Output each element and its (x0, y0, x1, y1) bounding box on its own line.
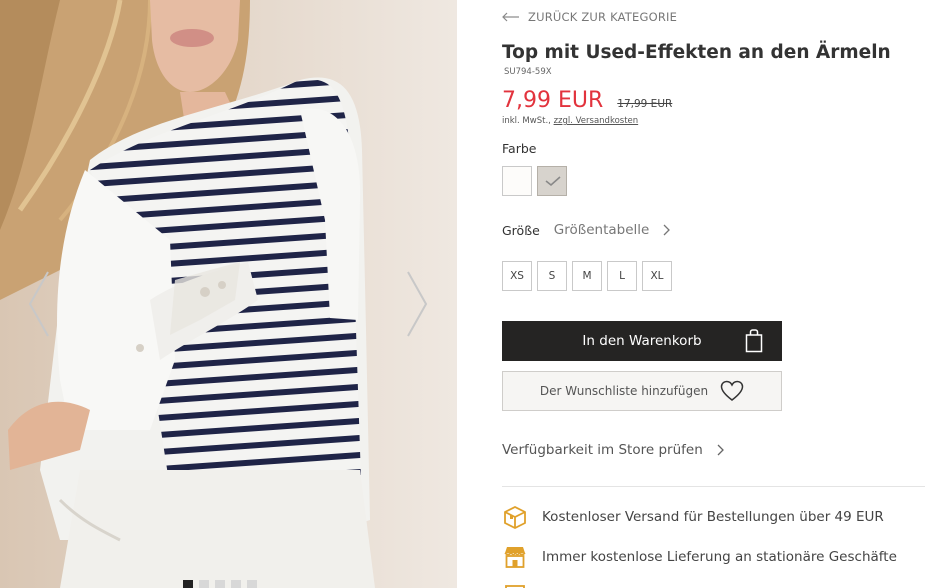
product-image-gallery (0, 0, 457, 588)
gallery-dot[interactable] (215, 580, 225, 588)
chevron-right-icon (407, 271, 428, 337)
size-option-m[interactable]: M (572, 261, 602, 291)
store-availability-label: Verfügbarkeit im Store prüfen (502, 442, 703, 458)
gallery-dot[interactable] (183, 580, 193, 588)
perk-free-shipping-text: Kostenloser Versand für Bestellungen übe… (542, 509, 884, 525)
size-chart-link[interactable]: Größentabelle (554, 222, 671, 238)
size-option-l[interactable]: L (607, 261, 637, 291)
back-to-category-label: ZURÜCK ZUR KATEGORIE (528, 10, 678, 24)
perk-free-store-delivery-text: Immer kostenlose Lieferung an stationäre… (542, 549, 897, 565)
gallery-dots (183, 580, 257, 588)
size-option-xl[interactable]: XL (642, 261, 672, 291)
gallery-dot[interactable] (247, 580, 257, 588)
add-to-wishlist-label: Der Wunschliste hinzufügen (539, 384, 709, 398)
color-label: Farbe (502, 141, 537, 156)
color-swatches (502, 166, 567, 196)
gallery-dot[interactable] (199, 580, 209, 588)
size-chart-label: Größentabelle (553, 222, 650, 238)
current-price: 7,99 EUR (502, 88, 604, 113)
perk-free-shipping: Kostenloser Versand für Bestellungen übe… (502, 504, 884, 530)
product-sku: SU794-59X (504, 67, 552, 77)
delivery-box-icon (504, 505, 526, 530)
heart-icon (720, 380, 744, 401)
arrow-left-icon (502, 12, 519, 22)
add-to-cart-label: In den Warenkorb (582, 333, 702, 349)
calendar-icon (505, 585, 525, 588)
size-label: Größe (502, 222, 540, 238)
shopping-bag-icon (745, 329, 763, 353)
size-options: XS S M L XL (502, 261, 672, 291)
store-icon (504, 547, 526, 568)
chevron-right-icon (717, 444, 724, 456)
add-to-wishlist-button[interactable]: Der Wunschliste hinzufügen (502, 371, 782, 411)
checkmark-icon (545, 176, 561, 187)
chevron-right-icon (663, 224, 671, 236)
product-info: ZURÜCK ZUR KATEGORIE Top mit Used-Effekt… (502, 0, 925, 588)
size-option-xs[interactable]: XS (502, 261, 532, 291)
product-photo (0, 0, 457, 588)
chevron-left-icon (28, 271, 49, 337)
back-to-category-link[interactable]: ZURÜCK ZUR KATEGORIE (502, 10, 677, 24)
shipping-costs-link[interactable]: zzgl. Versandkosten (554, 116, 639, 126)
tax-info: inkl. MwSt., zzgl. Versandkosten (502, 116, 638, 126)
size-option-s[interactable]: S (537, 261, 567, 291)
tax-prefix: inkl. MwSt., (502, 116, 554, 126)
product-title: Top mit Used-Effekten an den Ärmeln (502, 42, 891, 63)
perk-free-store-delivery: Immer kostenlose Lieferung an stationäre… (502, 544, 897, 570)
color-swatch-grey[interactable] (537, 166, 567, 196)
gallery-next-arrow[interactable] (402, 268, 432, 340)
store-availability-link[interactable]: Verfügbarkeit im Store prüfen (502, 442, 724, 458)
gallery-prev-arrow[interactable] (24, 268, 54, 340)
old-price: 17,99 EUR (617, 98, 673, 110)
price-row: 7,99 EUR 17,99 EUR (502, 88, 672, 113)
gallery-dot[interactable] (231, 580, 241, 588)
divider (502, 486, 925, 487)
perk-partial (502, 582, 528, 588)
add-to-cart-button[interactable]: In den Warenkorb (502, 321, 782, 361)
color-swatch-white[interactable] (502, 166, 532, 196)
size-row: Größe Größentabelle (502, 222, 671, 238)
